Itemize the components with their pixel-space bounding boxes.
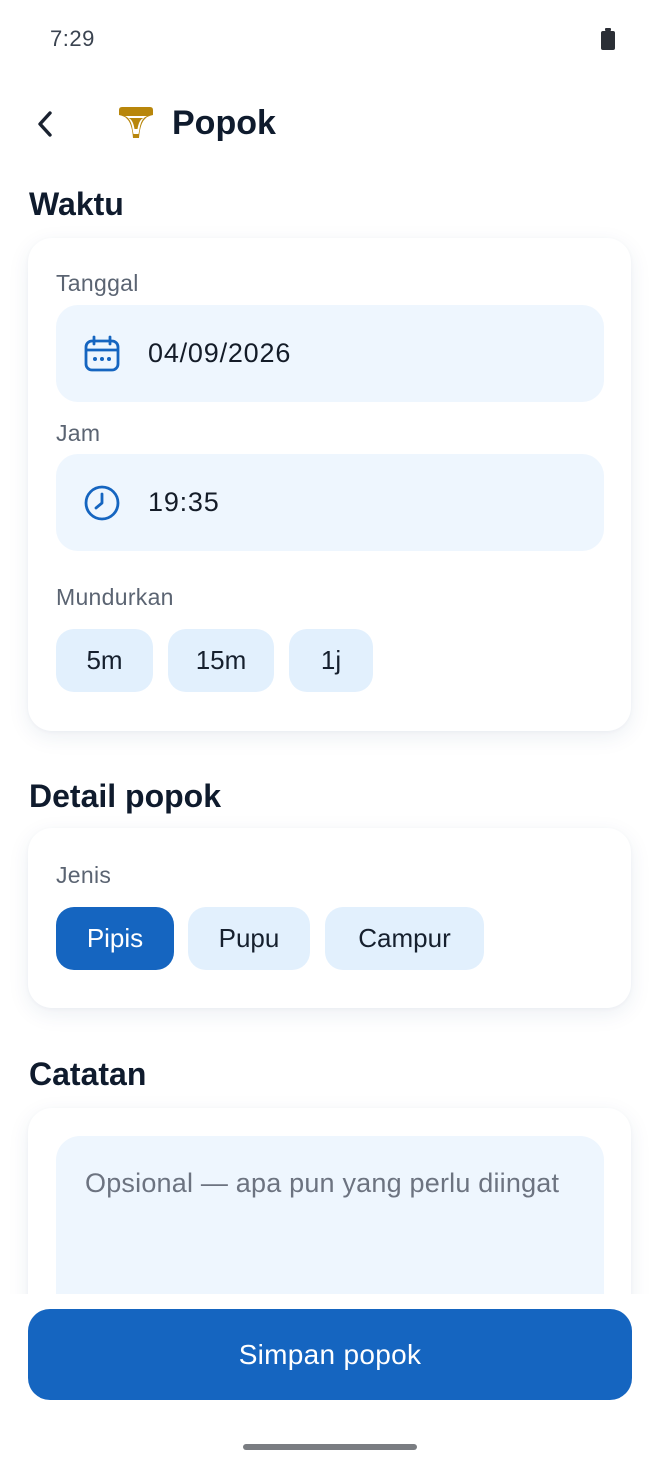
header: Popok <box>0 90 660 160</box>
home-indicator[interactable] <box>243 1444 417 1450</box>
status-time: 7:29 <box>50 26 95 51</box>
type-chip-campur[interactable]: Campur <box>325 907 484 970</box>
section-title-detail: Detail popok <box>29 778 222 814</box>
backdate-label: Mundurkan <box>56 584 174 610</box>
backdate-chip-1j[interactable]: 1j <box>289 629 373 692</box>
bottom-action-bar: Simpan popok <box>0 1294 660 1467</box>
battery-icon <box>601 28 615 50</box>
chevron-left-icon <box>38 111 52 137</box>
save-button[interactable]: Simpan popok <box>28 1309 632 1400</box>
notes-placeholder: Opsional — apa pun yang perlu diingat <box>85 1168 560 1198</box>
time-field[interactable]: 19:35 <box>56 454 604 551</box>
type-chip-pupu[interactable]: Pupu <box>188 907 310 970</box>
detail-card: Jenis Pipis Pupu Campur <box>28 828 631 1008</box>
time-value: 19:35 <box>148 487 220 517</box>
date-field[interactable]: 04/09/2026 <box>56 305 604 402</box>
diaper-log-screen: 7:29 Popok Waktu Tanggal 04/09/2026 Jam … <box>0 0 660 1467</box>
calendar-icon <box>84 335 120 372</box>
date-value: 04/09/2026 <box>148 338 292 368</box>
page-title: Popok <box>172 104 276 142</box>
time-card: Tanggal 04/09/2026 Jam 19:35 Mundurkan 5… <box>28 238 631 731</box>
type-chip-pipis[interactable]: Pipis <box>56 907 174 970</box>
clock-icon <box>84 485 120 521</box>
section-title-waktu: Waktu <box>29 186 124 222</box>
type-label: Jenis <box>56 862 112 888</box>
time-label: Jam <box>56 420 101 446</box>
diaper-icon <box>119 107 153 138</box>
backdate-chip-15m[interactable]: 15m <box>168 629 274 692</box>
status-bar: 7:29 <box>0 0 660 80</box>
backdate-chip-5m[interactable]: 5m <box>56 629 153 692</box>
date-label: Tanggal <box>56 270 139 296</box>
section-title-notes: Catatan <box>29 1056 147 1092</box>
back-button[interactable] <box>24 102 68 146</box>
